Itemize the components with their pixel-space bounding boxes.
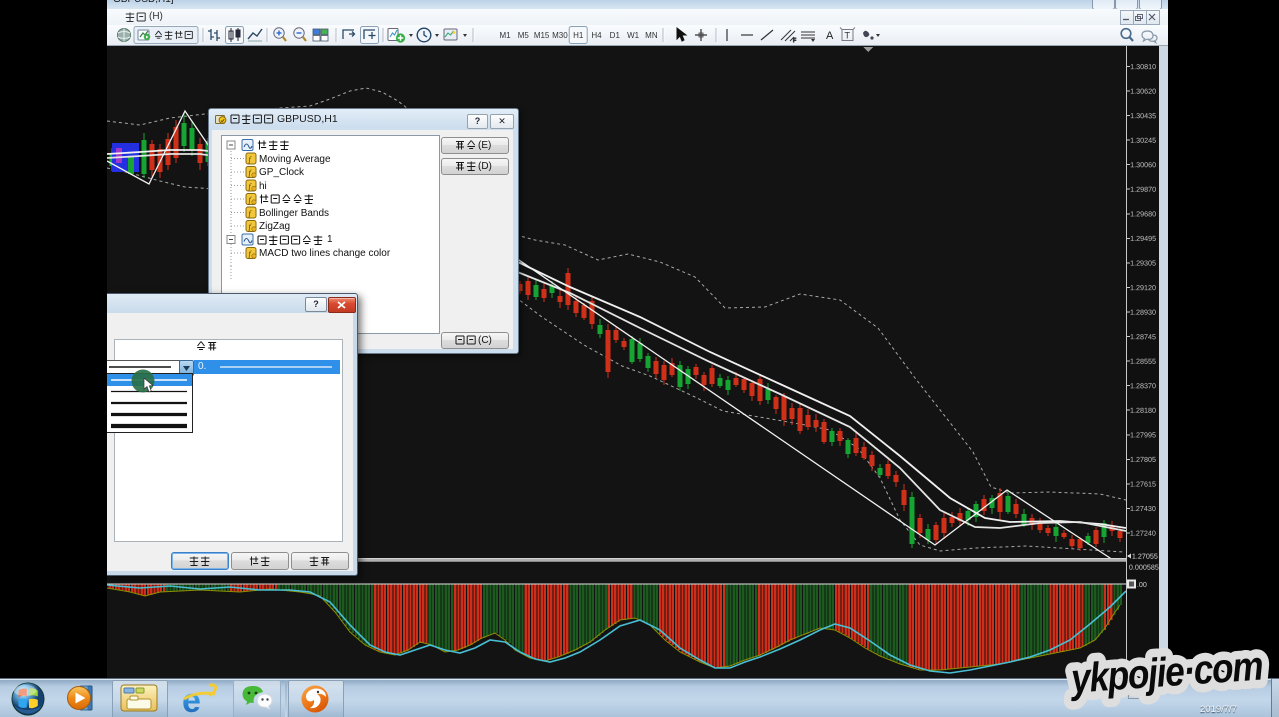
svg-text:H4: H4 [591,31,602,40]
svg-text:1.30435: 1.30435 [1130,111,1156,120]
svg-text:1.28930: 1.28930 [1130,308,1156,317]
svg-text:1.28180: 1.28180 [1130,406,1156,415]
svg-text:1.30620: 1.30620 [1130,87,1156,96]
svg-text:M30: M30 [552,31,568,40]
svg-text:1.27240: 1.27240 [1130,529,1156,538]
svg-text:D1: D1 [610,31,621,40]
svg-text:MN: MN [645,31,658,40]
svg-text:M1: M1 [499,31,511,40]
svg-text:1.29120: 1.29120 [1130,283,1156,292]
svg-text:1.29680: 1.29680 [1130,209,1156,218]
svg-text:0.000585: 0.000585 [1129,563,1159,572]
svg-text:1.28745: 1.28745 [1130,332,1156,341]
svg-text:1.30060: 1.30060 [1130,160,1156,169]
svg-text:1.28555: 1.28555 [1130,357,1156,366]
svg-text:1.29870: 1.29870 [1130,185,1156,194]
svg-text:F: F [793,38,796,44]
svg-text:T: T [845,31,851,41]
svg-text:1.29305: 1.29305 [1130,258,1156,267]
svg-text:M15: M15 [534,31,550,40]
svg-text:A: A [826,30,834,42]
svg-text:H1: H1 [573,31,584,40]
svg-text:M5: M5 [518,31,530,40]
svg-text:1.29495: 1.29495 [1130,234,1156,243]
svg-text:1.27615: 1.27615 [1130,479,1156,488]
svg-text:W1: W1 [627,31,640,40]
svg-text:1.28370: 1.28370 [1130,381,1156,390]
svg-text:1.30245: 1.30245 [1130,136,1156,145]
svg-text:.00: .00 [1137,580,1147,589]
svg-text:1.27995: 1.27995 [1130,430,1156,439]
svg-text:1.27805: 1.27805 [1130,455,1156,464]
svg-text:ykpojie·com: ykpojie·com [1068,643,1264,703]
svg-text:1.27430: 1.27430 [1130,504,1156,513]
svg-text:1.30810: 1.30810 [1130,62,1156,71]
svg-text:1.27055: 1.27055 [1132,552,1158,561]
